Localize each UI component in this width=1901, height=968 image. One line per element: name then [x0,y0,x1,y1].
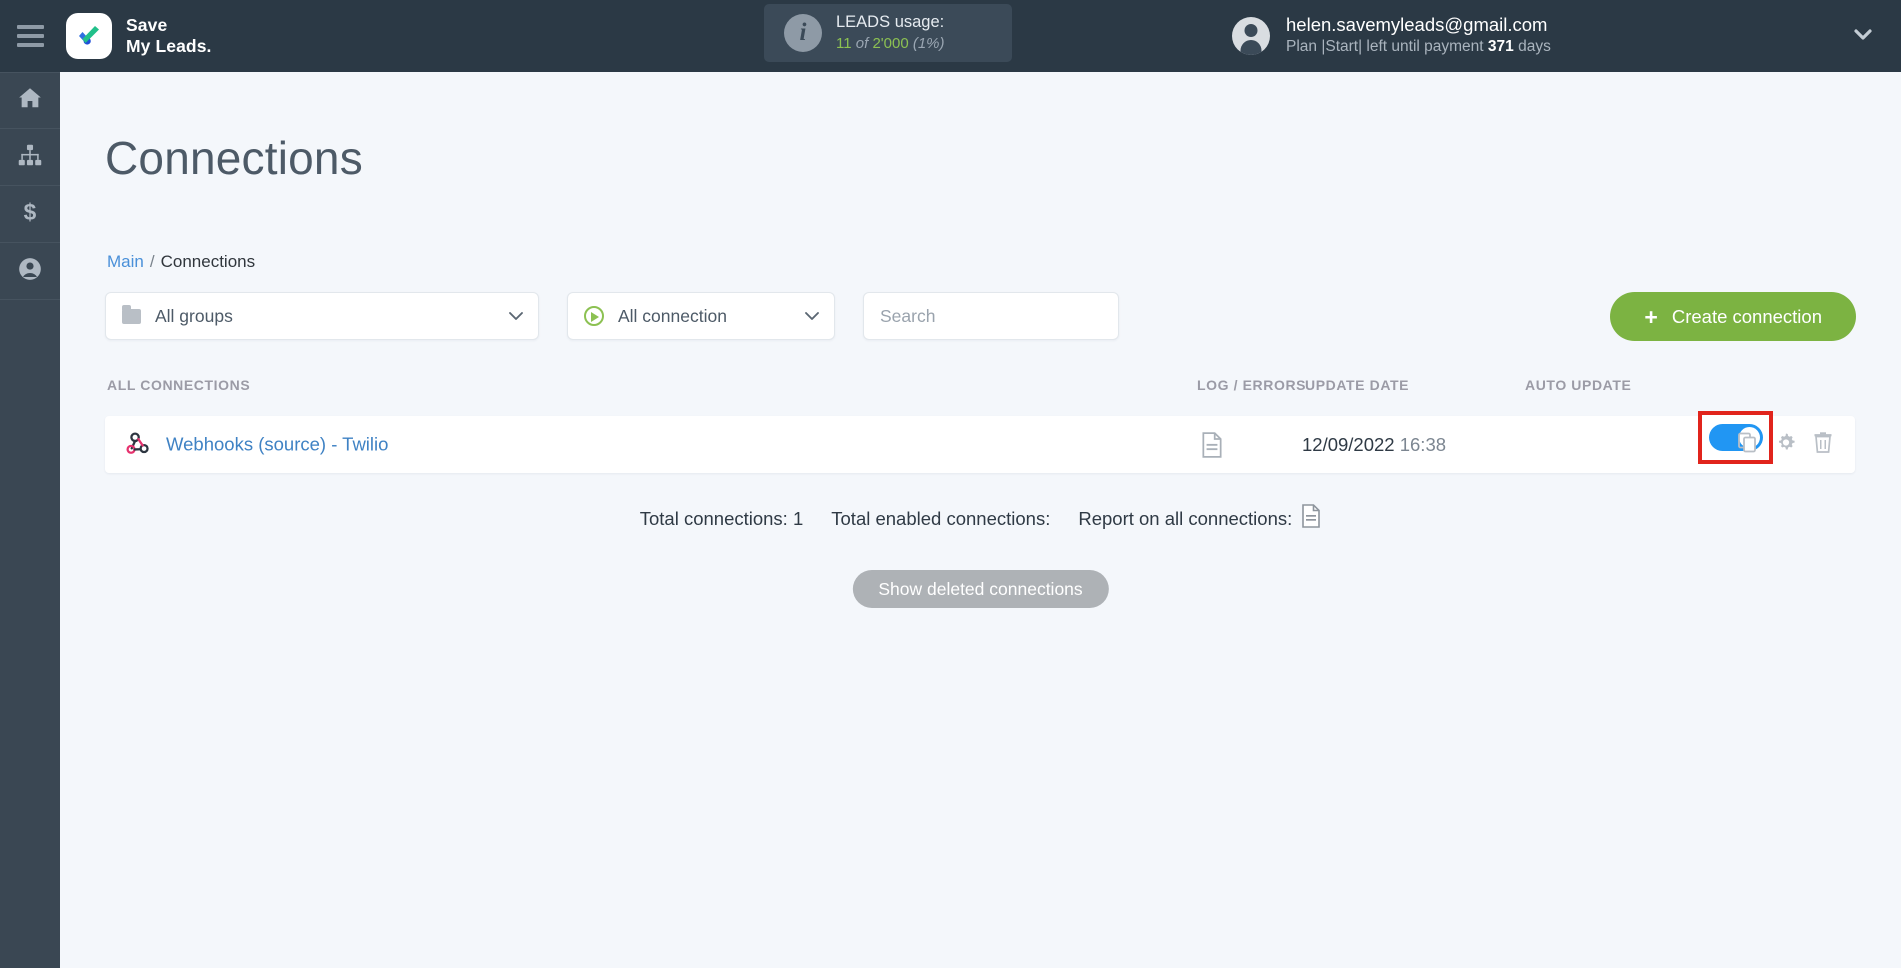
sidebar-item-account[interactable] [0,243,60,300]
gear-icon[interactable] [1775,431,1797,458]
chevron-down-icon[interactable] [1853,26,1873,46]
leads-used: 11 [836,35,852,52]
column-header-update-date: UPDATE DATE [1305,377,1410,393]
copy-icon[interactable] [1737,431,1759,458]
brand-line-1: Save [126,15,168,35]
sidebar-item-connections[interactable] [0,129,60,186]
total-connections-label: Total connections: [639,507,788,529]
page-title: Connections [105,131,363,184]
totals-bar: Total connections: 1 Total enabled conne… [60,504,1901,533]
chevron-down-icon [508,309,523,323]
sitemap-icon [17,142,43,173]
home-icon [17,85,43,116]
play-circle-icon [584,306,604,326]
filter-bar: All groups All connection [105,292,1119,340]
trash-icon[interactable] [1813,431,1833,458]
total-enabled-label: Total enabled connections: [831,507,1051,529]
main-content: Connections Main / Connections All groups … [60,72,1901,968]
connection-filter-select[interactable]: All connection [567,292,835,340]
create-connection-button[interactable]: + Create connection [1610,292,1856,341]
column-header-auto-update: AUTO UPDATE [1525,377,1632,393]
webhook-icon [125,429,151,460]
report-on-all-connections: Report on all connections: [1078,504,1321,533]
leads-usage-panel[interactable]: i LEADS usage: 11 of 2'000 (1%) [764,4,1012,62]
user-avatar-icon [1232,17,1270,55]
column-header-log-errors: LOG / ERRORS [1197,377,1307,393]
info-icon: i [784,14,822,52]
checkmark-logo-icon [66,13,112,59]
brand-logo[interactable]: Save My Leads. [66,13,212,59]
dollar-icon: $ [17,199,43,230]
update-time: 16:38 [1399,433,1447,455]
update-date-cell: 12/09/2022 16:38 [1302,434,1446,456]
connection-name-link[interactable]: Webhooks (source) - Twilio [166,434,388,456]
svg-text:$: $ [24,199,37,225]
account-plan: Plan |Start| left until payment 371 days [1286,36,1551,58]
chevron-down-icon [804,309,819,323]
table-header: ALL CONNECTIONS LOG / ERRORS UPDATE DATE… [105,377,1855,405]
groups-filter-select[interactable]: All groups [105,292,539,340]
account-plan-days: 371 [1487,38,1514,55]
account-plan-suffix: days [1518,38,1551,55]
top-bar: Save My Leads. i LEADS usage: 11 of 2'00… [0,0,1901,72]
connection-name-cell: Webhooks (source) - Twilio [125,429,388,460]
brand-line-2: My Leads. [126,36,212,56]
connection-filter-label: All connection [618,305,727,326]
breadcrumb-current: Connections [160,252,256,271]
leads-usage-value: 11 of 2'000 (1%) [836,33,945,54]
total-connections-value: 1 [792,507,804,529]
groups-filter-label: All groups [155,305,233,326]
plus-icon: + [1644,303,1658,330]
user-icon [17,256,43,287]
account-plan-prefix: Plan |Start| left until payment [1286,38,1484,55]
search-input[interactable] [864,293,1118,339]
account-menu[interactable]: helen.savemyleads@gmail.com Plan |Start|… [1232,0,1551,72]
folder-icon [122,304,141,324]
table-row[interactable]: Webhooks (source) - Twilio 12/09/2022 16… [105,411,1855,473]
hamburger-icon[interactable] [0,0,60,72]
sidebar-item-home[interactable] [0,72,60,129]
document-icon[interactable] [1201,432,1223,463]
show-deleted-connections-button[interactable]: Show deleted connections [852,570,1109,608]
total-connections: Total connections: 1 [640,508,804,530]
brand-text: Save My Leads. [126,15,212,57]
breadcrumb-main-link[interactable]: Main [107,252,144,271]
sidebar-item-billing[interactable]: $ [0,186,60,243]
breadcrumb-separator: / [149,252,155,271]
column-header-all-connections: ALL CONNECTIONS [107,377,251,393]
create-connection-label: Create connection [1671,305,1822,327]
account-email: helen.savemyleads@gmail.com [1286,14,1548,35]
update-date: 12/09/2022 [1302,433,1395,455]
leads-percent: (1%) [912,35,945,52]
leads-total: 2'000 [872,35,909,52]
total-enabled-connections: Total enabled connections: [831,508,1050,530]
report-label: Report on all connections: [1078,507,1293,529]
document-icon[interactable] [1301,504,1321,533]
sidebar: $ [0,72,60,968]
leads-usage-title: LEADS usage: [836,13,945,31]
leads-of: of [855,35,869,52]
search-box[interactable] [863,292,1119,340]
breadcrumb: Main / Connections [107,252,255,272]
row-actions [1737,431,1833,458]
